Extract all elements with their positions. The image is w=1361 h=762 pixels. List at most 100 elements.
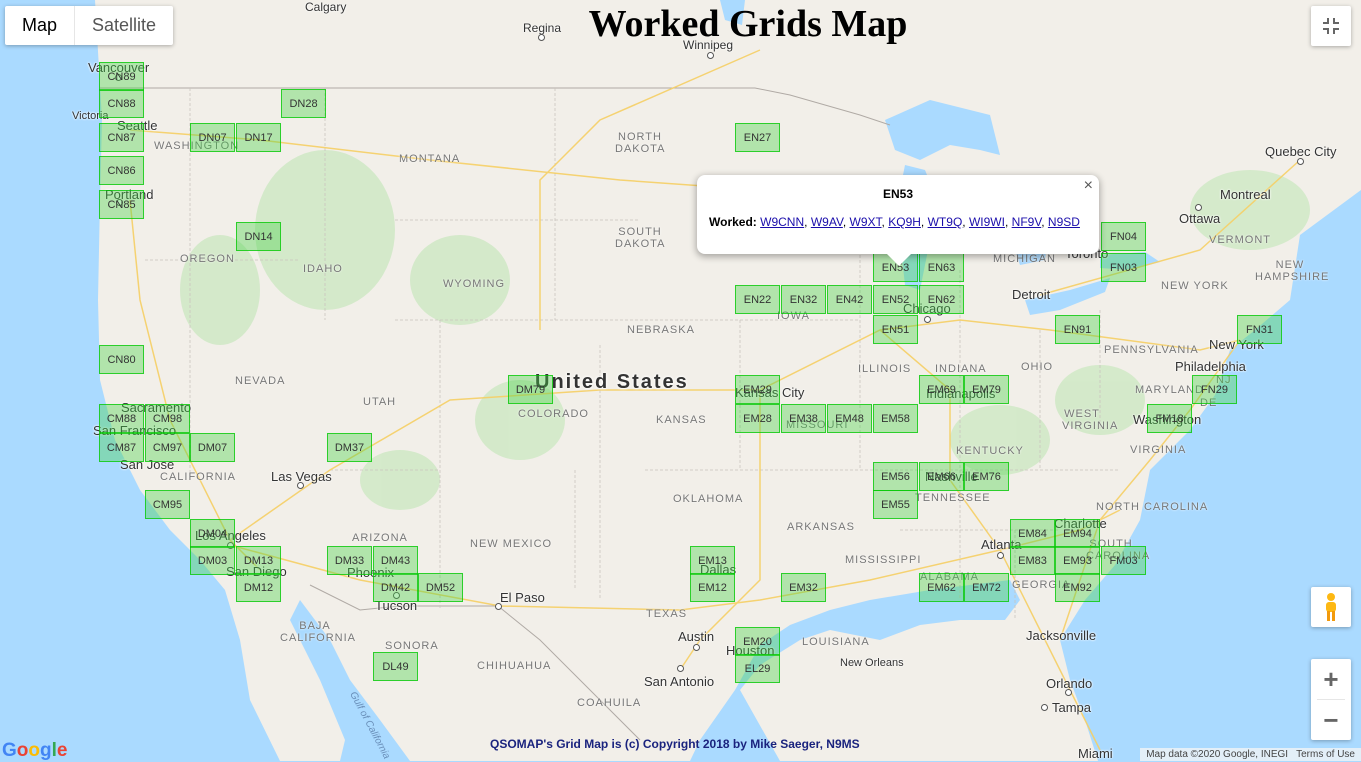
map-canvas[interactable]: Calgary Regina Winnipeg Vancouver Victor…: [0, 0, 1361, 761]
map-attribution: Map data ©2020 Google, INEGI Terms of Us…: [1140, 748, 1361, 761]
zoom-control: + −: [1311, 659, 1351, 740]
city-dot: [495, 603, 502, 610]
grid-square-fn29[interactable]: FN29: [1192, 375, 1237, 404]
grid-square-dm79[interactable]: DM79: [508, 375, 553, 404]
grid-square-en51[interactable]: EN51: [873, 315, 918, 344]
grid-square-cn89[interactable]: CN89: [99, 62, 144, 91]
google-logo: Google: [2, 740, 68, 761]
callsign-link[interactable]: W9AV: [811, 215, 843, 229]
worked-label: Worked:: [709, 215, 757, 229]
grid-square-em55[interactable]: EM55: [873, 490, 918, 519]
grid-square-em79[interactable]: EM79: [964, 375, 1009, 404]
city-dot: [1297, 158, 1304, 165]
grid-square-em56[interactable]: EM56: [873, 462, 918, 491]
grid-square-dn17[interactable]: DN17: [236, 123, 281, 152]
callsign-link[interactable]: WI9WI: [969, 215, 1005, 229]
city-dot: [297, 482, 304, 489]
grid-square-em94[interactable]: EM94: [1055, 519, 1100, 548]
city-dot: [1065, 689, 1072, 696]
grid-square-dm43[interactable]: DM43: [373, 546, 418, 575]
callsign-link[interactable]: NF9V: [1012, 215, 1042, 229]
grid-square-em28[interactable]: EM28: [735, 404, 780, 433]
grid-square-dn14[interactable]: DN14: [236, 222, 281, 251]
worked-calls: W9CNN, W9AV, W9XT, KQ9H, WT9Q, WI9WI, NF…: [760, 215, 1080, 229]
copyright-footer: QSOMAP's Grid Map is (c) Copyright 2018 …: [490, 737, 860, 751]
callsign-link[interactable]: WT9Q: [928, 215, 963, 229]
terms-link[interactable]: Terms of Use: [1296, 748, 1355, 761]
grid-square-cn86[interactable]: CN86: [99, 156, 144, 185]
grid-square-cn80[interactable]: CN80: [99, 345, 144, 374]
grid-square-cm98[interactable]: CM98: [145, 404, 190, 433]
fullscreen-exit-icon: [1323, 18, 1339, 34]
grid-square-cn88[interactable]: CN88: [99, 89, 144, 118]
grid-square-fn31[interactable]: FN31: [1237, 315, 1282, 344]
grid-square-fm03[interactable]: FM03: [1101, 546, 1146, 575]
callsign-link[interactable]: N9SD: [1048, 215, 1080, 229]
grid-square-dm37[interactable]: DM37: [327, 433, 372, 462]
grid-square-cm95[interactable]: CM95: [145, 490, 190, 519]
grid-square-dm07[interactable]: DM07: [190, 433, 235, 462]
grid-square-em84[interactable]: EM84: [1010, 519, 1055, 548]
grid-square-dm42[interactable]: DM42: [373, 573, 418, 602]
grid-square-en42[interactable]: EN42: [827, 285, 872, 314]
grid-square-cn85[interactable]: CN85: [99, 190, 144, 219]
grid-square-en32[interactable]: EN32: [781, 285, 826, 314]
grid-square-dm33[interactable]: DM33: [327, 546, 372, 575]
grid-square-em58[interactable]: EM58: [873, 404, 918, 433]
grid-square-em12[interactable]: EM12: [690, 573, 735, 602]
grid-square-em83[interactable]: EM83: [1010, 546, 1055, 575]
grid-square-cm87[interactable]: CM87: [99, 433, 144, 462]
grid-square-dm03[interactable]: DM03: [190, 546, 235, 575]
info-window: EN53 × Worked: W9CNN, W9AV, W9XT, KQ9H, …: [697, 175, 1099, 266]
grid-square-dm12[interactable]: DM12: [236, 573, 281, 602]
grid-square-cn87[interactable]: CN87: [99, 123, 144, 152]
grid-square-cm97[interactable]: CM97: [145, 433, 190, 462]
grid-square-dn28[interactable]: DN28: [281, 89, 326, 118]
grid-square-en22[interactable]: EN22: [735, 285, 780, 314]
map-type-satellite-button[interactable]: Satellite: [75, 6, 173, 45]
grid-square-em69[interactable]: EM69: [919, 375, 964, 404]
grid-square-fn04[interactable]: FN04: [1101, 222, 1146, 251]
city-dot: [693, 644, 700, 651]
grid-square-en27[interactable]: EN27: [735, 123, 780, 152]
callsign-link[interactable]: KQ9H: [888, 215, 921, 229]
grid-square-em76[interactable]: EM76: [964, 462, 1009, 491]
grid-square-em29[interactable]: EM29: [735, 375, 780, 404]
grid-square-en63[interactable]: EN63: [919, 253, 964, 282]
grid-square-em62[interactable]: EM62: [919, 573, 964, 602]
city-dot: [677, 665, 684, 672]
map-basemap: [0, 0, 1361, 761]
grid-square-el29[interactable]: EL29: [735, 654, 780, 683]
fullscreen-button[interactable]: [1311, 6, 1351, 46]
grid-square-dm13[interactable]: DM13: [236, 546, 281, 575]
callsign-link[interactable]: W9CNN: [760, 215, 804, 229]
grid-square-fm18[interactable]: FM18: [1147, 404, 1192, 433]
callsign-link[interactable]: W9XT: [850, 215, 882, 229]
street-view-button[interactable]: [1311, 587, 1351, 627]
grid-square-dl49[interactable]: DL49: [373, 652, 418, 681]
city-dot: [997, 552, 1004, 559]
zoom-out-button[interactable]: −: [1311, 700, 1351, 740]
grid-square-em38[interactable]: EM38: [781, 404, 826, 433]
grid-square-em93[interactable]: EM93: [1055, 546, 1100, 575]
grid-square-en52[interactable]: EN52: [873, 285, 918, 314]
grid-square-cm88[interactable]: CM88: [99, 404, 144, 433]
grid-square-en91[interactable]: EN91: [1055, 315, 1100, 344]
zoom-in-button[interactable]: +: [1311, 659, 1351, 699]
grid-square-em13[interactable]: EM13: [690, 546, 735, 575]
grid-square-em66[interactable]: EM66: [919, 462, 964, 491]
map-type-control: Map Satellite: [5, 6, 174, 45]
grid-square-em92[interactable]: EM92: [1055, 573, 1100, 602]
grid-square-dn07[interactable]: DN07: [190, 123, 235, 152]
close-icon[interactable]: ×: [1084, 177, 1093, 195]
city-dot: [1041, 704, 1048, 711]
map-type-map-button[interactable]: Map: [5, 6, 76, 45]
grid-square-en62[interactable]: EN62: [919, 285, 964, 314]
grid-square-em20[interactable]: EM20: [735, 627, 780, 656]
grid-square-em32[interactable]: EM32: [781, 573, 826, 602]
grid-square-dm04[interactable]: DM04: [190, 519, 235, 548]
grid-square-em48[interactable]: EM48: [827, 404, 872, 433]
grid-square-dm52[interactable]: DM52: [418, 573, 463, 602]
grid-square-em72[interactable]: EM72: [964, 573, 1009, 602]
grid-square-fn03[interactable]: FN03: [1101, 253, 1146, 282]
